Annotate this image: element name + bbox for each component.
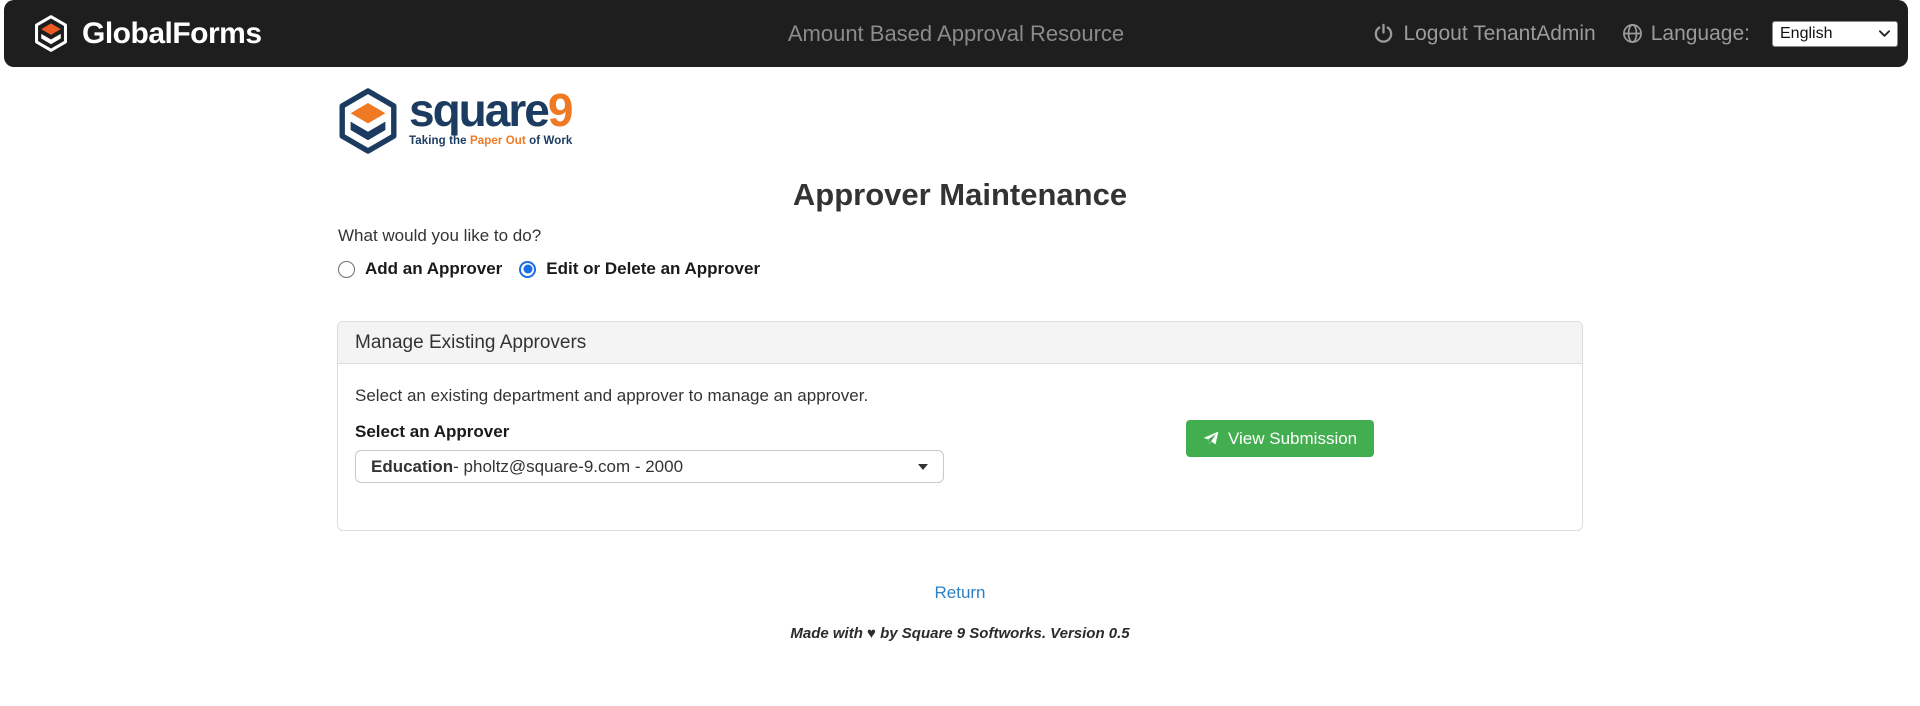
language-selected-value: English	[1780, 25, 1832, 43]
logout-link[interactable]: Logout TenantAdmin	[1373, 22, 1595, 46]
radio-group: Add an Approver Edit or Delete an Approv…	[338, 259, 760, 279]
radio-option-edit-delete-approver[interactable]: Edit or Delete an Approver	[519, 259, 760, 279]
radio-add-approver-label: Add an Approver	[365, 259, 502, 279]
select-approver-label: Select an Approver	[355, 422, 1565, 442]
footer-credit: Made with ♥ by Square 9 Softworks. Versi…	[0, 625, 1920, 642]
page-heading: Approver Maintenance	[0, 177, 1920, 213]
radio-add-approver[interactable]	[338, 261, 355, 278]
dropdown-caret-icon	[918, 464, 928, 470]
panel-body: Select an existing department and approv…	[338, 364, 1582, 483]
panel-header: Manage Existing Approvers	[338, 322, 1582, 364]
radio-option-add-approver[interactable]: Add an Approver	[338, 259, 502, 279]
view-submission-label: View Submission	[1228, 429, 1357, 449]
square9-wordmark-block: square9 Taking the Paper Out of Work	[409, 88, 572, 159]
return-link[interactable]: Return	[0, 583, 1920, 603]
chevron-down-icon	[1879, 30, 1890, 38]
question-text: What would you like to do?	[338, 226, 541, 246]
logout-label: Logout TenantAdmin	[1403, 22, 1595, 46]
manage-approvers-panel: Manage Existing Approvers Select an exis…	[337, 321, 1583, 531]
globe-icon	[1622, 23, 1643, 44]
view-submission-button[interactable]: View Submission	[1186, 420, 1374, 457]
square9-logo: square9 Taking the Paper Out of Work	[337, 88, 572, 159]
globalforms-brand[interactable]: GlobalForms	[34, 15, 262, 52]
radio-edit-delete-approver-label: Edit or Delete an Approver	[546, 259, 760, 279]
navbar-right: Logout TenantAdmin Language: English	[1373, 21, 1898, 47]
radio-edit-delete-approver[interactable]	[519, 261, 536, 278]
approver-dropdown-detail: - pholtz@square-9.com - 2000	[453, 457, 683, 477]
power-icon	[1373, 23, 1394, 44]
square9-tagline: Taking the Paper Out of Work	[409, 135, 572, 147]
panel-description: Select an existing department and approv…	[355, 386, 1565, 406]
square9-wordmark: square9	[409, 88, 572, 132]
paper-plane-icon	[1203, 431, 1219, 447]
globalforms-hexagon-icon	[34, 15, 68, 52]
square9-hexagon-icon	[337, 88, 399, 159]
brand-name: GlobalForms	[82, 17, 262, 51]
approver-dropdown[interactable]: Education - pholtz@square-9.com - 2000	[355, 450, 944, 483]
language-select[interactable]: English	[1772, 21, 1898, 47]
top-navbar: GlobalForms Amount Based Approval Resour…	[4, 0, 1908, 67]
language-label: Language:	[1651, 22, 1750, 46]
approver-dropdown-department: Education	[371, 457, 453, 477]
language-control: Language: English	[1622, 21, 1898, 47]
